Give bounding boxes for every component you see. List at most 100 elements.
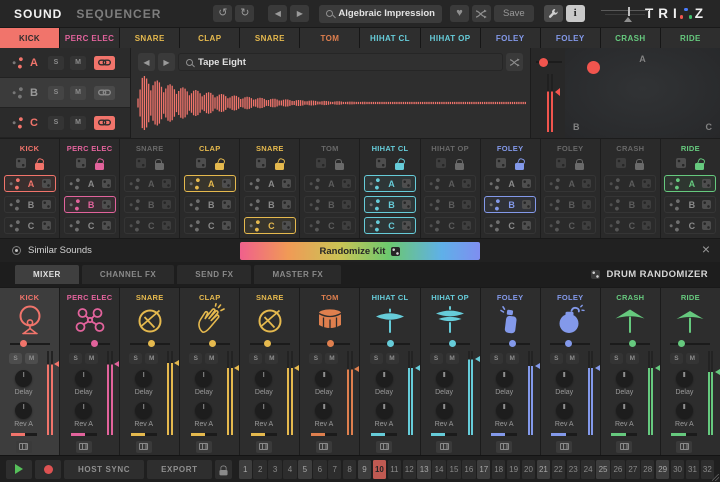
- randomize-variation-dice-icon[interactable]: [282, 179, 291, 188]
- step-16[interactable]: 16: [462, 460, 475, 479]
- drum-tab-10-foley[interactable]: FOLEY: [541, 28, 601, 48]
- lock-open-icon[interactable]: [95, 163, 104, 170]
- grid-clap-variation-b[interactable]: B: [184, 196, 236, 213]
- mute-button[interactable]: M: [85, 353, 98, 364]
- randomize-drum-dice-icon[interactable]: [616, 158, 626, 168]
- randomize-variation-dice-icon[interactable]: [642, 221, 651, 230]
- layer-c-link-icon[interactable]: [94, 116, 115, 130]
- fx-tab-mixer[interactable]: MIXER: [15, 265, 79, 284]
- grid-hihat-op-variation-b[interactable]: B: [424, 196, 476, 213]
- grid-tom-variation-b[interactable]: B: [304, 196, 356, 213]
- sample-tune-handle[interactable]: [539, 58, 548, 67]
- step-7[interactable]: 7: [328, 460, 341, 479]
- pan-slider[interactable]: [70, 339, 110, 348]
- channel-fader[interactable]: [347, 351, 353, 435]
- fader-handle[interactable]: [655, 365, 660, 371]
- mixer-strip-3-snare[interactable]: SNARESMDelayRev A: [120, 288, 180, 455]
- mixer-strip-4-clap[interactable]: CLAPSMDelayRev A: [180, 288, 240, 455]
- mute-button[interactable]: M: [265, 353, 278, 364]
- randomize-variation-dice-icon[interactable]: [402, 221, 411, 230]
- randomize-drum-dice-icon[interactable]: [496, 158, 506, 168]
- randomize-variation-dice-icon[interactable]: [642, 200, 651, 209]
- solo-button[interactable]: S: [249, 353, 262, 364]
- channel-fader[interactable]: [167, 351, 173, 435]
- step-10[interactable]: 10: [373, 460, 386, 479]
- grid-tom-variation-c[interactable]: C: [304, 217, 356, 234]
- send-amount-bar[interactable]: [71, 433, 97, 436]
- randomize-variation-dice-icon[interactable]: [582, 221, 591, 230]
- grid-snare-variation-c[interactable]: C: [124, 217, 176, 234]
- grid-foley-variation-c[interactable]: C: [484, 217, 536, 234]
- drum-tab-1-kick[interactable]: KICK: [0, 28, 60, 48]
- layer-a-solo-button[interactable]: S: [48, 56, 64, 70]
- step-18[interactable]: 18: [492, 460, 505, 479]
- grid-tom-variation-a[interactable]: A: [304, 175, 356, 192]
- randomize-variation-dice-icon[interactable]: [462, 200, 471, 209]
- redo-button[interactable]: ↻: [235, 5, 254, 22]
- randomize-variation-dice-icon[interactable]: [402, 200, 411, 209]
- mixer-strip-10-foley[interactable]: FOLEYSMDelayRev A: [541, 288, 601, 455]
- randomize-variation-dice-icon[interactable]: [462, 221, 471, 230]
- step-14[interactable]: 14: [432, 460, 445, 479]
- step-2[interactable]: 2: [253, 460, 266, 479]
- grid-perc-elec-variation-a[interactable]: A: [64, 175, 116, 192]
- randomize-variation-dice-icon[interactable]: [282, 200, 291, 209]
- solo-button[interactable]: S: [370, 353, 383, 364]
- keyboard-icon[interactable]: [256, 441, 272, 453]
- tab-sound[interactable]: SOUND: [14, 7, 62, 21]
- grid-kick-variation-a[interactable]: A: [4, 175, 56, 192]
- delay-send-knob[interactable]: [255, 370, 272, 387]
- grid-crash-variation-c[interactable]: C: [604, 217, 656, 234]
- solo-button[interactable]: S: [129, 353, 142, 364]
- drum-tab-2-perc-elec[interactable]: PERC ELEC: [60, 28, 120, 48]
- step-29[interactable]: 29: [656, 460, 669, 479]
- tab-sequencer[interactable]: SEQUENCER: [76, 7, 161, 21]
- randomize-variation-dice-icon[interactable]: [162, 221, 171, 230]
- mute-button[interactable]: M: [446, 353, 459, 364]
- grid-crash-variation-b[interactable]: B: [604, 196, 656, 213]
- layer-c-mute-button[interactable]: M: [70, 116, 86, 130]
- randomize-variation-dice-icon[interactable]: [522, 200, 531, 209]
- step-23[interactable]: 23: [567, 460, 580, 479]
- reverb-send-knob[interactable]: [255, 402, 272, 419]
- reverb-send-knob[interactable]: [195, 402, 212, 419]
- randomize-variation-dice-icon[interactable]: [522, 221, 531, 230]
- grid-hihat-op-variation-a[interactable]: A: [424, 175, 476, 192]
- lock-open-icon[interactable]: [695, 163, 704, 170]
- grid-foley-variation-c[interactable]: C: [544, 217, 596, 234]
- lock-open-icon[interactable]: [275, 163, 284, 170]
- grid-snare-variation-b[interactable]: B: [124, 196, 176, 213]
- randomize-variation-dice-icon[interactable]: [102, 179, 111, 188]
- grid-foley-variation-b[interactable]: B: [484, 196, 536, 213]
- send-amount-bar[interactable]: [311, 433, 337, 436]
- mute-button[interactable]: M: [205, 353, 218, 364]
- fader-handle[interactable]: [354, 366, 359, 372]
- mute-button[interactable]: M: [145, 353, 158, 364]
- mute-button[interactable]: M: [386, 353, 399, 364]
- similar-sounds-radio[interactable]: [12, 246, 21, 255]
- step-4[interactable]: 4: [283, 460, 296, 479]
- prev-sample-button[interactable]: ◀: [138, 53, 155, 71]
- solo-button[interactable]: S: [309, 353, 322, 364]
- layer-a-mute-button[interactable]: M: [70, 56, 86, 70]
- step-13[interactable]: 13: [417, 460, 430, 479]
- pan-slider[interactable]: [610, 339, 650, 348]
- grid-hihat-cl-variation-a[interactable]: A: [364, 175, 416, 192]
- keyboard-icon[interactable]: [676, 441, 692, 453]
- prev-preset-button[interactable]: ◀: [268, 5, 287, 22]
- close-icon[interactable]: ×: [702, 241, 710, 257]
- solo-button[interactable]: S: [670, 353, 683, 364]
- grid-foley-variation-b[interactable]: B: [544, 196, 596, 213]
- randomize-variation-dice-icon[interactable]: [642, 179, 651, 188]
- step-27[interactable]: 27: [626, 460, 639, 479]
- mute-button[interactable]: M: [25, 353, 38, 364]
- mute-button[interactable]: M: [325, 353, 338, 364]
- fx-tab-master-fx[interactable]: MASTER FX: [254, 265, 341, 284]
- keyboard-icon[interactable]: [436, 441, 452, 453]
- drum-tab-6-tom[interactable]: TOM: [300, 28, 360, 48]
- reverb-send-knob[interactable]: [676, 402, 693, 419]
- lock-open-icon[interactable]: [515, 163, 524, 170]
- reverb-send-knob[interactable]: [15, 402, 32, 419]
- randomize-variation-dice-icon[interactable]: [222, 179, 231, 188]
- fader-handle[interactable]: [595, 365, 600, 371]
